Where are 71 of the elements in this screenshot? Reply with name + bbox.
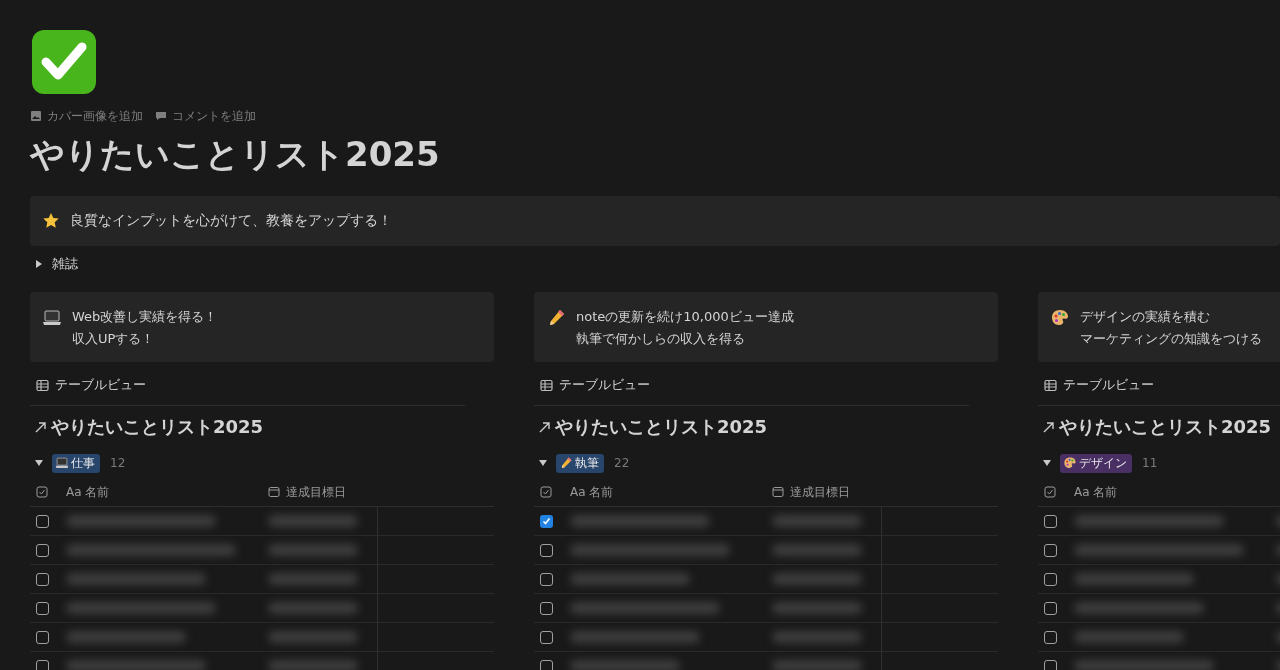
toggle-block[interactable]: 雑誌 <box>30 246 1280 282</box>
collapse-icon[interactable] <box>35 460 43 466</box>
checkbox[interactable] <box>540 514 553 528</box>
collapse-icon[interactable] <box>539 460 547 466</box>
laptop-icon <box>42 308 62 328</box>
checkbox[interactable] <box>540 630 553 644</box>
column-header[interactable]: Aa 名前 <box>564 483 766 501</box>
checkbox[interactable] <box>540 659 553 670</box>
checkbox[interactable] <box>540 543 553 557</box>
checkbox[interactable] <box>36 659 49 670</box>
database-title[interactable]: やりたいことリスト2025 <box>555 415 768 439</box>
checkbox[interactable] <box>1044 514 1057 528</box>
toggle-label: 雑誌 <box>52 255 78 273</box>
group-count: 11 <box>1142 456 1158 470</box>
laptop-icon <box>55 456 69 470</box>
calendar-icon <box>772 486 784 498</box>
checkbox-icon <box>36 486 48 498</box>
callout-text: 収入UPする！ <box>72 330 156 348</box>
column-header[interactable]: 達成目標日 <box>262 483 378 501</box>
link-arrow-icon <box>34 420 47 434</box>
checkbox-icon <box>1044 486 1056 498</box>
link-arrow-icon <box>538 420 551 434</box>
callout-text: Web改善し実績を得る！ <box>72 308 218 326</box>
callout-text: 良質なインプットを心がけて、教養をアップする！ <box>70 212 392 230</box>
check-icon <box>542 516 551 526</box>
checkbox[interactable] <box>36 572 49 586</box>
checkbox[interactable] <box>36 514 49 528</box>
group-tag: 執筆 <box>556 453 604 473</box>
checkbox[interactable] <box>1044 572 1057 586</box>
link-arrow-icon <box>1042 420 1055 434</box>
callout-text: マーケティングの知識をつける <box>1080 330 1262 348</box>
checkbox[interactable] <box>36 601 49 615</box>
checkbox[interactable] <box>540 601 553 615</box>
view-tab[interactable]: テーブルビュー <box>540 377 650 394</box>
checkbox[interactable] <box>1044 630 1057 644</box>
checkbox[interactable] <box>36 543 49 557</box>
checkbox[interactable] <box>1044 543 1057 557</box>
group-tag: 仕事 <box>52 453 100 473</box>
table-icon <box>36 379 49 392</box>
add-comment-button[interactable]: コメントを追加 <box>155 107 256 125</box>
image-icon <box>30 110 42 122</box>
page-title: やりたいことリスト2025 <box>30 133 441 176</box>
calendar-icon <box>268 486 280 498</box>
column-header[interactable]: Aa 名前 <box>60 483 262 501</box>
column-header[interactable]: Aa 名前 <box>1068 483 1270 501</box>
callout-text: 執筆で何かしらの収入を得る <box>576 330 746 348</box>
palette-icon <box>1050 308 1070 328</box>
checkbox-icon <box>540 486 552 498</box>
database-title[interactable]: やりたいことリスト2025 <box>51 415 264 439</box>
collapse-icon[interactable] <box>1043 460 1051 466</box>
group-count: 22 <box>614 456 630 470</box>
view-tab[interactable]: テーブルビュー <box>1044 377 1154 394</box>
callout-text: デザインの実績を積む <box>1080 308 1211 326</box>
checkbox[interactable] <box>1044 659 1057 670</box>
group-tag: デザイン <box>1060 453 1132 473</box>
group-count: 12 <box>110 456 126 470</box>
callout-text: noteの更新を続け10,000ビュー達成 <box>576 308 794 326</box>
checkbox[interactable] <box>36 630 49 644</box>
checkbox[interactable] <box>1044 601 1057 615</box>
comment-icon <box>155 110 167 122</box>
add-cover-button[interactable]: カバー画像を追加 <box>30 107 143 125</box>
database-title[interactable]: やりたいことリスト2025 <box>1059 415 1272 439</box>
palette-icon <box>1063 456 1077 470</box>
checkmark-icon <box>30 28 98 96</box>
column-header[interactable]: 達成目標日 <box>766 483 882 501</box>
checkbox[interactable] <box>540 572 553 586</box>
star-icon <box>42 212 60 230</box>
table-icon <box>540 379 553 392</box>
table-icon <box>1044 379 1057 392</box>
pencil-icon <box>559 456 573 470</box>
view-tab[interactable]: テーブルビュー <box>36 377 146 394</box>
